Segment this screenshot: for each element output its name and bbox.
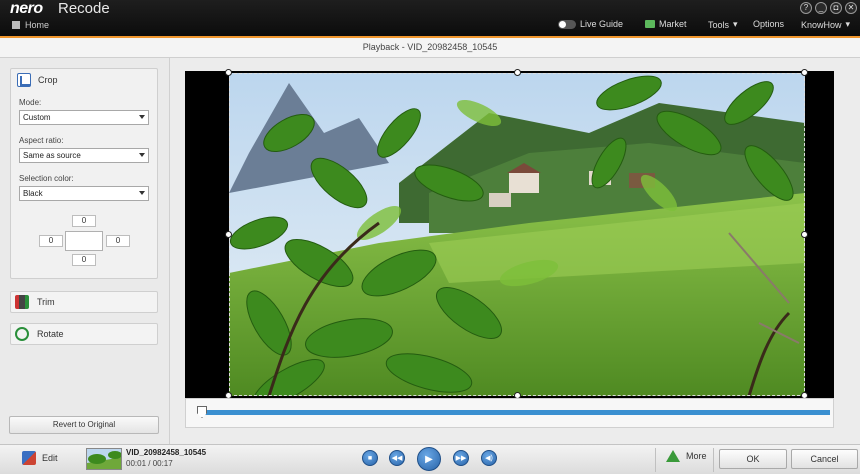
arrow-up-icon bbox=[666, 450, 680, 462]
stop-icon: ■ bbox=[367, 454, 373, 462]
restore-icon[interactable]: ◘ bbox=[830, 2, 842, 14]
timeline[interactable] bbox=[185, 398, 834, 428]
options-menu[interactable]: Options bbox=[753, 19, 784, 29]
crop-handle-top-right[interactable] bbox=[801, 69, 808, 76]
crop-right-input[interactable]: 0 bbox=[106, 235, 130, 247]
timeline-track[interactable] bbox=[202, 410, 830, 415]
previous-frame-button[interactable]: ◀◀ bbox=[389, 450, 405, 466]
selection-color-value: Black bbox=[23, 189, 43, 198]
selection-color-select[interactable]: Black bbox=[19, 186, 149, 201]
home-icon bbox=[12, 21, 20, 29]
dropdown-arrow-icon bbox=[139, 191, 145, 195]
crop-handle-top[interactable] bbox=[514, 69, 521, 76]
stop-button[interactable]: ■ bbox=[362, 450, 378, 466]
playhead-handle[interactable] bbox=[197, 406, 207, 418]
crop-header[interactable]: Crop bbox=[11, 69, 157, 91]
aspect-ratio-label: Aspect ratio: bbox=[19, 136, 64, 145]
toggle-icon bbox=[558, 19, 576, 29]
fast-forward-icon: ▶▶ bbox=[455, 455, 467, 462]
live-guide-toggle[interactable]: Live Guide bbox=[558, 19, 623, 29]
selection-color-label: Selection color: bbox=[19, 174, 74, 183]
clip-time: 00:01 / 00:17 bbox=[126, 459, 173, 468]
trim-button[interactable]: Trim bbox=[10, 291, 158, 313]
crop-preview-box bbox=[65, 231, 103, 251]
mode-label: Mode: bbox=[19, 98, 42, 107]
aspect-ratio-value: Same as source bbox=[23, 151, 81, 160]
edit-sidebar: Crop Mode: Custom Aspect ratio: Same as … bbox=[0, 58, 170, 444]
knowhow-menu[interactable]: KnowHow ▾ bbox=[801, 19, 850, 30]
play-button[interactable]: ▶ bbox=[417, 447, 441, 471]
crop-icon bbox=[17, 73, 31, 87]
crop-handle-right[interactable] bbox=[801, 231, 808, 238]
crop-left-input[interactable]: 0 bbox=[39, 235, 63, 247]
speaker-icon: ◀) bbox=[485, 455, 493, 462]
cart-icon bbox=[645, 20, 655, 28]
home-label: Home bbox=[25, 20, 50, 30]
clip-thumbnail-image bbox=[87, 449, 121, 469]
rotate-icon bbox=[15, 327, 29, 341]
crop-title: Crop bbox=[38, 75, 58, 85]
trim-icon bbox=[15, 295, 29, 309]
chevron-down-icon: ▾ bbox=[845, 19, 851, 29]
crop-selection-outline[interactable] bbox=[229, 73, 805, 396]
close-icon[interactable]: ✕ bbox=[845, 2, 857, 14]
minimize-icon[interactable]: _ bbox=[815, 2, 827, 14]
play-icon: ▶ bbox=[425, 453, 433, 465]
crop-panel: Crop Mode: Custom Aspect ratio: Same as … bbox=[10, 68, 158, 279]
chevron-down-icon: ▾ bbox=[733, 19, 738, 29]
market-label: Market bbox=[659, 19, 687, 29]
divider bbox=[655, 448, 656, 472]
revert-to-original-button[interactable]: Revert to Original bbox=[9, 416, 159, 434]
dropdown-arrow-icon bbox=[139, 153, 145, 157]
trim-label: Trim bbox=[37, 297, 55, 307]
clip-thumbnail[interactable] bbox=[86, 448, 122, 470]
page-title: Playback - VID_20982458_10545 bbox=[0, 38, 860, 58]
cancel-button[interactable]: Cancel bbox=[791, 449, 858, 469]
more-label: More bbox=[686, 451, 707, 461]
mode-select[interactable]: Custom bbox=[19, 110, 149, 125]
app-name: Recode bbox=[58, 0, 110, 17]
video-preview bbox=[185, 69, 834, 399]
crop-handle-left[interactable] bbox=[225, 231, 232, 238]
help-icon[interactable]: ? bbox=[800, 2, 812, 14]
rewind-icon: ◀◀ bbox=[391, 455, 403, 462]
market-button[interactable]: Market bbox=[645, 19, 687, 29]
nero-logo: nero bbox=[10, 0, 43, 17]
rotate-button[interactable]: Rotate bbox=[10, 323, 158, 345]
bottom-toolbar: Edit VID_20982458_10545 00:01 / 00:17 ■ … bbox=[0, 444, 860, 474]
tools-label: Tools bbox=[708, 19, 730, 30]
clip-name: VID_20982458_10545 bbox=[126, 448, 207, 457]
dropdown-arrow-icon bbox=[139, 115, 145, 119]
next-frame-button[interactable]: ▶▶ bbox=[453, 450, 469, 466]
home-button[interactable]: Home bbox=[12, 20, 49, 30]
edit-label: Edit bbox=[42, 453, 58, 463]
edit-button[interactable]: Edit bbox=[22, 451, 58, 465]
rotate-label: Rotate bbox=[37, 329, 64, 339]
aspect-ratio-select[interactable]: Same as source bbox=[19, 148, 149, 163]
divider bbox=[713, 448, 714, 472]
options-label: Options bbox=[753, 19, 785, 29]
edit-icon bbox=[22, 451, 36, 465]
title-bar: nero Recode Home ? _ ◘ ✕ Live Guide Mark… bbox=[0, 0, 860, 36]
volume-button[interactable]: ◀) bbox=[481, 450, 497, 466]
mode-value: Custom bbox=[23, 113, 51, 122]
knowhow-label: KnowHow bbox=[801, 19, 842, 30]
more-button[interactable]: More bbox=[666, 450, 707, 462]
crop-handle-top-left[interactable] bbox=[225, 69, 232, 76]
crop-top-input[interactable]: 0 bbox=[72, 215, 96, 227]
crop-bottom-input[interactable]: 0 bbox=[72, 254, 96, 266]
live-guide-label: Live Guide bbox=[580, 19, 624, 29]
tools-menu[interactable]: Tools ▾ bbox=[708, 19, 738, 30]
ok-button[interactable]: OK bbox=[719, 449, 787, 469]
